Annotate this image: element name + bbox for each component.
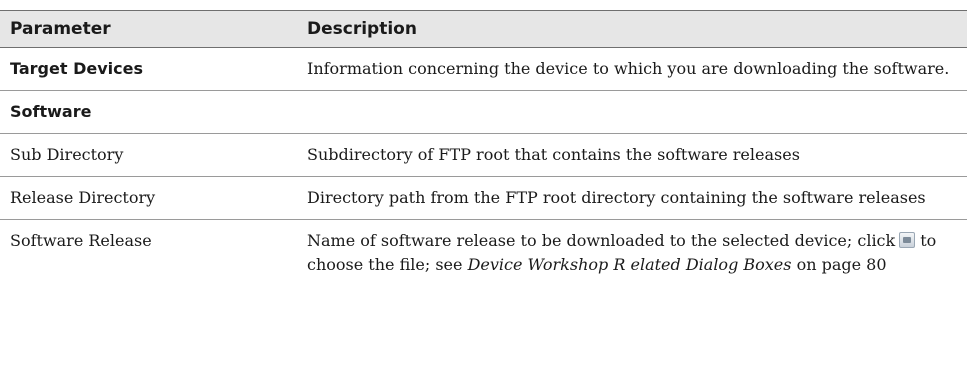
parameter-cell: Sub Directory [0, 133, 297, 177]
description-cell: Directory path from the FTP root directo… [297, 176, 967, 220]
table-row: Release Directory Directory path from th… [0, 176, 967, 220]
parameter-cell: Target Devices [0, 47, 297, 91]
parameter-cell: Software Release [10, 231, 152, 250]
table-row: Software Release Name of software releas… [0, 220, 967, 287]
parameter-cell: Release Directory [0, 176, 297, 220]
table-row: Sub Directory Subdirectory of FTP root t… [0, 133, 967, 177]
parameter-column-header: Parameter [0, 10, 297, 48]
description-text: Name of software release to be downloade… [307, 231, 896, 250]
table-row: Target Devices Information concerning th… [0, 47, 967, 91]
description-cell: Information concerning the device to whi… [297, 47, 967, 91]
browse-button-icon [899, 232, 916, 248]
description-text: on page 80 [796, 255, 887, 274]
description-column-header: Description [297, 10, 967, 48]
parameter-table: Parameter Description Target Devices Inf… [0, 10, 967, 286]
description-cell: Subdirectory of FTP root that contains t… [297, 133, 967, 177]
description-cell: Name of software release to be downloade… [297, 220, 967, 287]
cross-reference-link[interactable]: Device Workshop R elated Dialog Boxes [468, 255, 792, 274]
section-row: Software [0, 90, 967, 134]
description-cell-empty [297, 90, 967, 134]
table-header-row: Parameter Description [0, 10, 967, 48]
section-label: Software [0, 90, 297, 134]
